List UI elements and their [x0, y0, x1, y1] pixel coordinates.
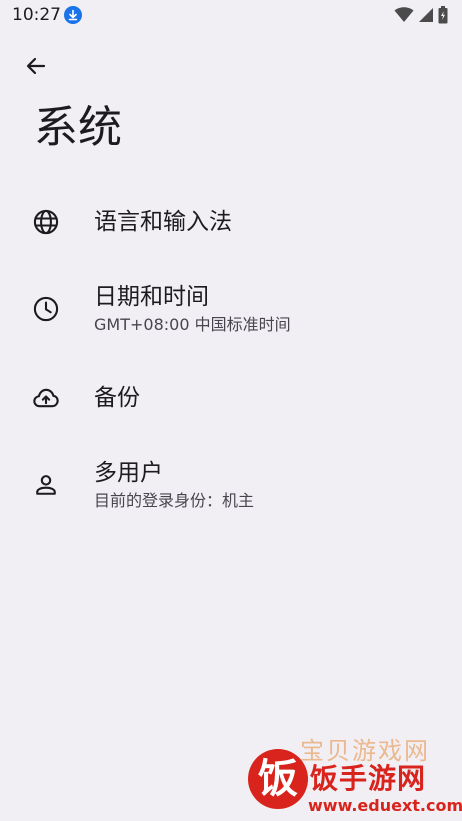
watermark-url: www.eduext.com	[308, 796, 462, 815]
settings-item-title: 日期和时间	[94, 284, 209, 310]
wifi-icon	[394, 7, 414, 27]
settings-item-multi-user[interactable]: 多用户 目前的登录身份：机主	[0, 445, 462, 525]
cloud-upload-icon	[30, 382, 62, 414]
status-time: 10:27	[12, 5, 61, 25]
arrow-back-icon	[24, 54, 48, 82]
settings-item-backup[interactable]: 备份	[0, 358, 462, 438]
status-icons	[394, 6, 448, 28]
watermark-main-text: 饭手游网	[310, 762, 427, 795]
status-bar: 10:27	[0, 0, 462, 32]
settings-item-title: 语言和输入法	[94, 209, 232, 235]
settings-item-summary: 目前的登录身份：机主	[94, 491, 255, 510]
battery-icon	[438, 6, 448, 28]
back-button[interactable]	[16, 48, 56, 88]
watermark: 宝贝游戏网 饭 饭手游网 www.eduext.com	[248, 731, 462, 815]
settings-item-date-time[interactable]: 日期和时间 GMT+08:00 中国标准时间	[0, 269, 462, 349]
settings-item-title: 备份	[94, 385, 140, 411]
person-icon	[30, 469, 62, 501]
clock-icon	[30, 293, 62, 325]
settings-item-language-input[interactable]: 语言和输入法	[0, 182, 462, 262]
watermark-logo: 饭	[248, 749, 308, 809]
globe-icon	[30, 206, 62, 238]
signal-icon	[418, 7, 434, 27]
download-icon	[64, 6, 82, 24]
settings-item-summary: GMT+08:00 中国标准时间	[94, 315, 291, 334]
page-title: 系统	[34, 102, 122, 153]
settings-item-title: 多用户	[94, 460, 163, 486]
